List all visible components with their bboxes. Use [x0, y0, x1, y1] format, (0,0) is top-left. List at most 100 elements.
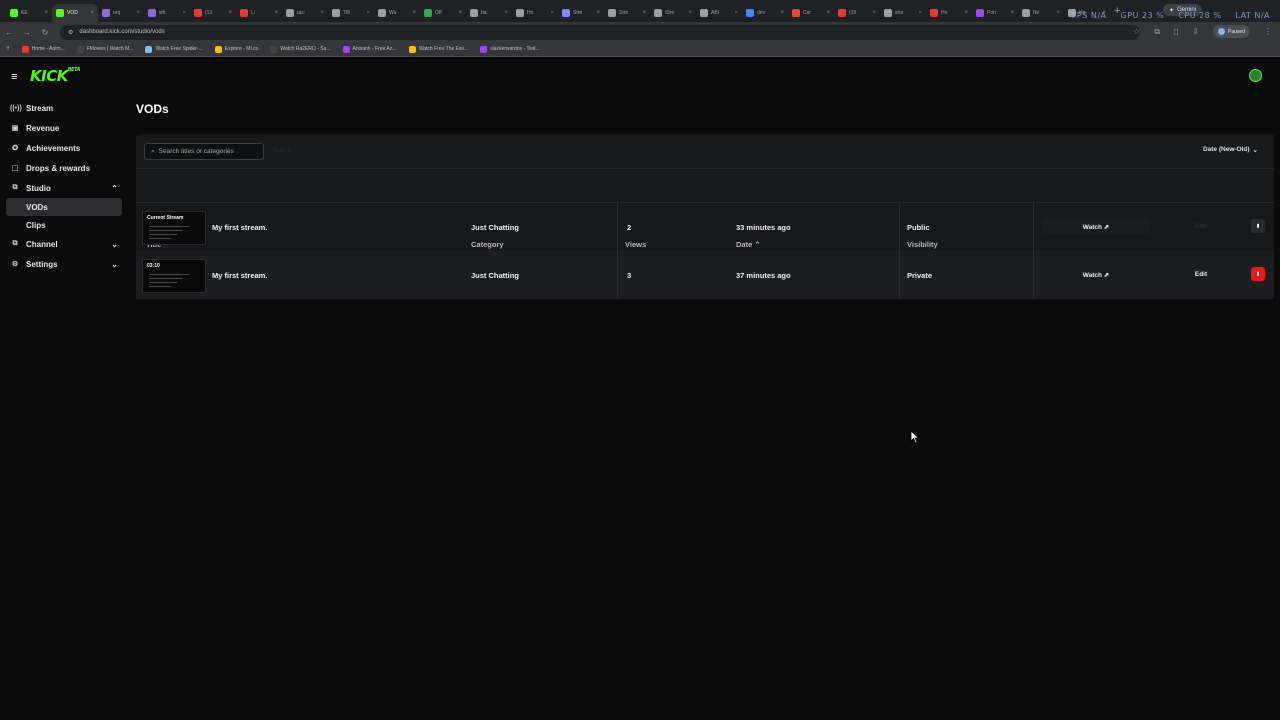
menu-kebab-icon[interactable]: ⋮	[1264, 27, 1272, 36]
tab-close-icon[interactable]: ×	[136, 10, 140, 16]
browser-tab[interactable]: (13 ×	[190, 4, 236, 22]
browser-tab[interactable]: Pon ×	[972, 4, 1018, 22]
bookmark-item[interactable]: Home - Anim...	[21, 45, 65, 53]
browser-tab[interactable]: 7/8 ×	[328, 4, 374, 22]
tab-close-icon[interactable]: ×	[688, 10, 692, 16]
address-bar[interactable]: ⚙ dashboard.kick.com/studio/vods	[60, 24, 1140, 40]
browser-tab[interactable]: ABI ×	[696, 4, 742, 22]
edit-button[interactable]: Edit	[1156, 219, 1246, 234]
table-row[interactable]: Current Stream My first stream. Just Chatt…	[136, 203, 1274, 251]
watch-button[interactable]: Watch ⇗	[1042, 267, 1150, 282]
tab-close-icon[interactable]: ×	[872, 10, 876, 16]
watch-button[interactable]: Watch ⇗	[1042, 219, 1150, 234]
sidebar-item-achievements[interactable]: ✪ Achievements	[0, 138, 130, 158]
chevron-icon[interactable]: ⌄	[111, 260, 118, 269]
tab-close-icon[interactable]: ×	[1056, 10, 1060, 16]
sort-dropdown[interactable]: Date (New-Old) ⌄	[1203, 146, 1258, 154]
download-icon[interactable]: ⇩	[1192, 27, 1199, 36]
tab-close-icon[interactable]: ×	[228, 10, 232, 16]
tab-title: ucc	[297, 10, 305, 16]
browser-tab[interactable]: Li ×	[236, 4, 282, 22]
browser-tab[interactable]: VOD ×	[52, 4, 98, 22]
browser-tab[interactable]: Wa ×	[374, 4, 420, 22]
tab-close-icon[interactable]: ×	[412, 10, 416, 16]
tab-close-icon[interactable]: ×	[458, 10, 462, 16]
browser-tab[interactable]: Off ×	[420, 4, 466, 22]
browser-tab[interactable]: req ×	[98, 4, 144, 22]
extensions-icon[interactable]: ⧉	[1154, 27, 1160, 37]
delete-button[interactable]: ▮	[1251, 219, 1265, 233]
vod-thumbnail[interactable]: Current Stream	[142, 211, 206, 245]
sidebar-item-studio[interactable]: ⧉ Studio ⌃	[0, 178, 130, 198]
browser-tab[interactable]: ba ×	[466, 4, 512, 22]
tab-close-icon[interactable]: ×	[504, 10, 508, 16]
chevron-icon[interactable]: ⌃	[111, 184, 118, 193]
browser-tab[interactable]: stre ×	[880, 4, 926, 22]
browser-tab[interactable]: wh ×	[144, 4, 190, 22]
hamburger-menu-icon[interactable]: ≡	[11, 71, 17, 83]
table-row[interactable]: 03:10 My first stream. Just Chatting 3 37 mi…	[136, 251, 1274, 299]
tab-close-icon[interactable]: ×	[918, 10, 922, 16]
tab-close-icon[interactable]: ×	[734, 10, 738, 16]
bookmark-item[interactable]: Explore - MI.co	[214, 45, 258, 53]
sidebar-item-stream[interactable]: ((•)) Stream	[0, 98, 130, 118]
tab-close-icon[interactable]: ×	[182, 10, 186, 16]
sidebar-item-drops[interactable]: ⬚ Drops & rewards	[0, 158, 130, 178]
sidebar-item-channel[interactable]: ⧉ Channel ⌄	[0, 234, 130, 254]
sidebar-subitem-vods[interactable]: VODs	[6, 198, 122, 216]
bookmark-item[interactable]: slackerwardox - Twit...	[480, 45, 540, 53]
page-title: VODs	[136, 102, 169, 116]
browser-tab[interactable]: Car ×	[788, 4, 834, 22]
tab-close-icon[interactable]: ×	[90, 10, 94, 16]
browser-tab[interactable]: Ho ×	[926, 4, 972, 22]
bookmark-item[interactable]: Watch Free Spider-...	[145, 45, 203, 53]
kick-logo[interactable]: KICKBETA	[30, 67, 80, 85]
tab-close-icon[interactable]: ×	[780, 10, 784, 16]
vod-thumbnail[interactable]: 03:10	[142, 259, 206, 293]
browser-tab[interactable]: Ho ×	[512, 4, 558, 22]
browser-tab[interactable]: ucc ×	[282, 4, 328, 22]
forward-icon[interactable]: →	[18, 28, 36, 37]
tab-close-icon[interactable]: ×	[320, 10, 324, 16]
edit-button[interactable]: Edit	[1156, 267, 1246, 282]
browser-tab[interactable]: Stre ×	[558, 4, 604, 22]
bookmark-item[interactable]: Watch Ra2ERO - Su...	[270, 45, 331, 53]
bookmark-item[interactable]: FMovies | Watch M...	[76, 45, 133, 53]
delete-button[interactable]: ▮	[1251, 267, 1265, 281]
browser-tab[interactable]: Stre ×	[604, 4, 650, 22]
back-icon[interactable]: ←	[0, 28, 18, 37]
tab-close-icon[interactable]: ×	[274, 10, 278, 16]
bookmark-label: slackerwardox - Twit...	[490, 46, 540, 52]
column-divider	[617, 251, 618, 299]
tab-close-icon[interactable]: ×	[366, 10, 370, 16]
sidebar-item-settings[interactable]: ⚙ Settings ⌄	[0, 254, 130, 274]
browser-tab[interactable]: dev ×	[742, 4, 788, 22]
browser-tab[interactable]: Ne ×	[1018, 4, 1064, 22]
fps-stat: FPS N/A	[1071, 11, 1107, 20]
tab-close-icon[interactable]: ×	[596, 10, 600, 16]
chevron-icon[interactable]: ⌄	[111, 240, 118, 249]
profile-chip[interactable]: Paused	[1213, 25, 1250, 38]
apps-grid-icon[interactable]: ⠿	[6, 46, 10, 52]
tab-close-icon[interactable]: ×	[44, 10, 48, 16]
tab-close-icon[interactable]: ×	[1010, 10, 1014, 16]
bookmark-star-icon[interactable]: ☆	[1133, 27, 1140, 36]
sidebar-subitem-clips[interactable]: Clips	[6, 216, 122, 234]
sidebar-item-revenue[interactable]: ▣ Revenue	[0, 118, 130, 138]
browser-tab[interactable]: Stre ×	[650, 4, 696, 22]
tab-close-icon[interactable]: ×	[642, 10, 646, 16]
user-avatar[interactable]	[1249, 69, 1262, 82]
vod-category: Just Chatting	[471, 271, 519, 280]
sidepanel-icon[interactable]: ▯	[1174, 27, 1178, 36]
browser-tab[interactable]: (15 ×	[834, 4, 880, 22]
tab-close-icon[interactable]: ×	[550, 10, 554, 16]
tab-close-icon[interactable]: ×	[826, 10, 830, 16]
bookmark-item[interactable]: Anixaoh - Free An...	[342, 45, 397, 53]
browser-tab[interactable]: KE ×	[6, 4, 52, 22]
reload-icon[interactable]: ↻	[36, 28, 54, 37]
site-info-icon[interactable]: ⚙	[68, 29, 73, 36]
search-input[interactable]: ⌕ Search titles or categories	[144, 143, 264, 160]
bookmark-item[interactable]: Watch Free The Ess...	[408, 45, 468, 53]
tab-close-icon[interactable]: ×	[964, 10, 968, 16]
trash-icon: ▮	[1256, 223, 1260, 229]
